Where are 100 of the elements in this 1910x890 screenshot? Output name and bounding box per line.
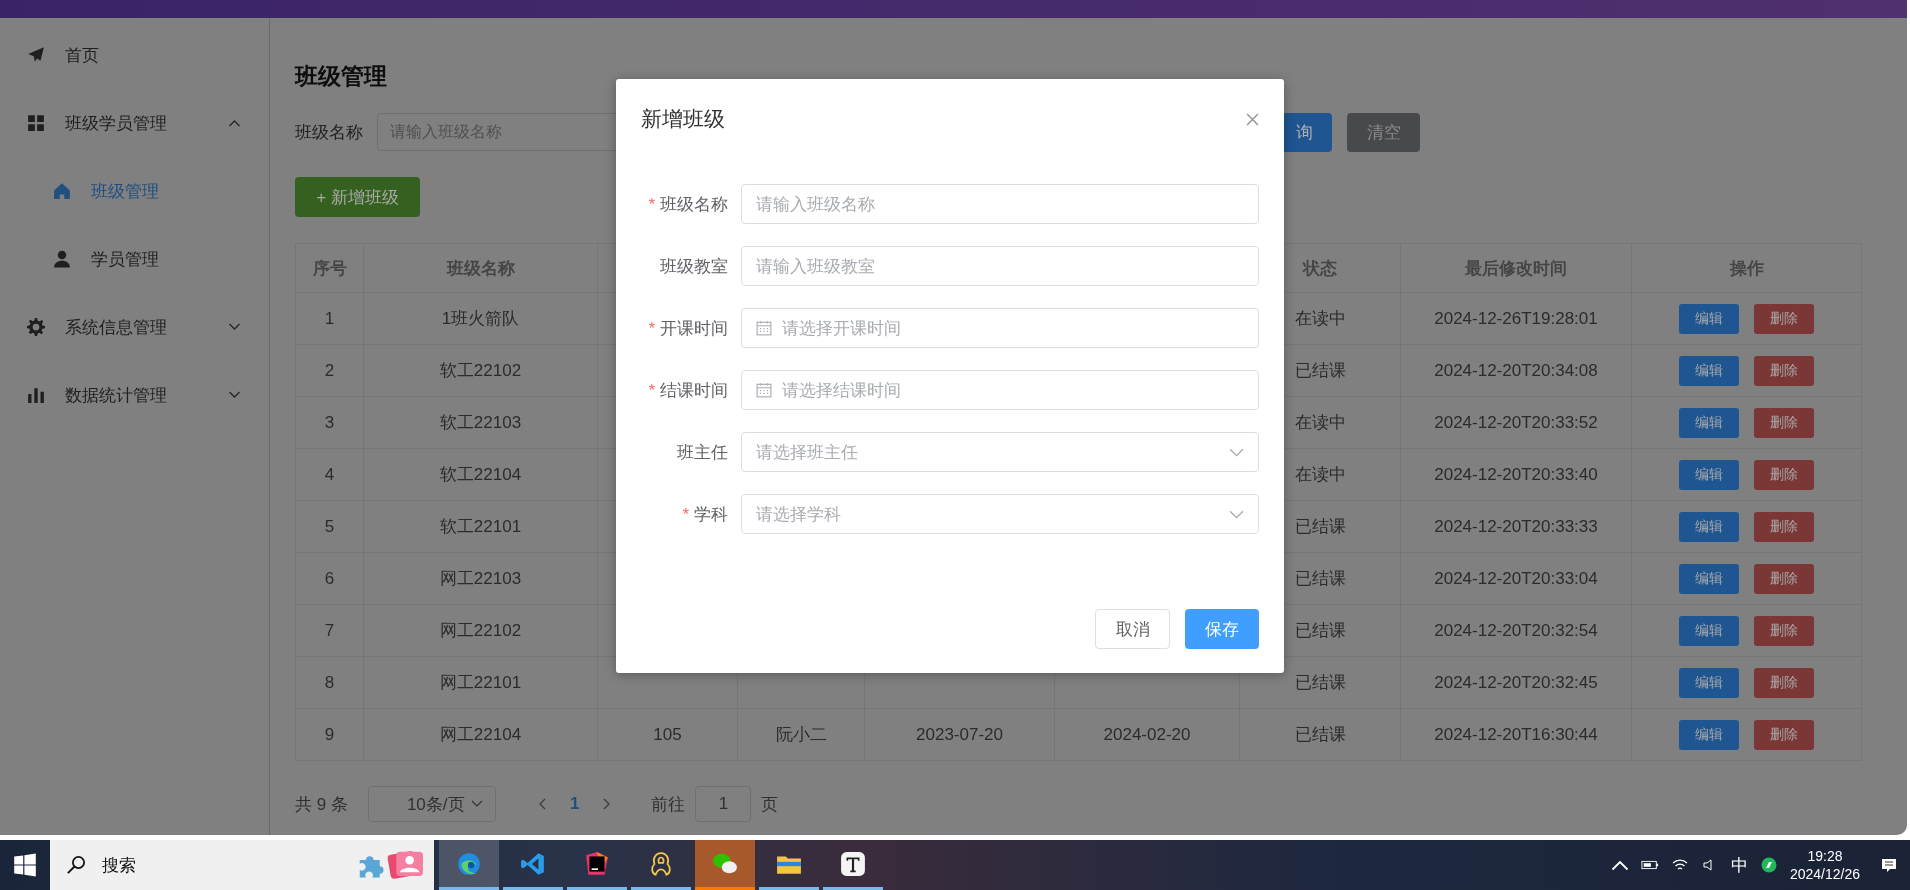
table-cell: 5 xyxy=(324,516,335,536)
field-label: 班主任 xyxy=(677,442,728,462)
page-number[interactable]: 1 xyxy=(559,794,590,814)
menu-item[interactable]: 数据统计管理 xyxy=(0,361,269,429)
clock[interactable]: 19:28 2024/12/26 xyxy=(1789,847,1860,883)
table-cell: 已结课 xyxy=(1294,517,1346,536)
column-header: 状态 xyxy=(1303,258,1337,278)
table-cell: 1班火箭队 xyxy=(441,309,520,328)
edit-button[interactable]: 编辑 xyxy=(1679,667,1739,698)
time: 19:28 xyxy=(1807,847,1843,865)
calendar-icon xyxy=(756,320,772,336)
menu-item[interactable]: 系统信息管理 xyxy=(0,293,269,361)
delete-button[interactable]: 删除 xyxy=(1754,615,1814,646)
column-header: 序号 xyxy=(312,258,347,278)
select-field[interactable]: 请选择学科 xyxy=(741,494,1259,534)
date: 2024/12/26 xyxy=(1789,865,1860,883)
required-mark: * xyxy=(648,318,655,338)
table-cell: 网工22104 xyxy=(439,725,522,744)
delete-button[interactable]: 删除 xyxy=(1754,667,1814,698)
edit-button[interactable]: 编辑 xyxy=(1679,303,1739,334)
date-field[interactable]: 请选择开课时间 xyxy=(741,308,1259,348)
column-header: 操作 xyxy=(1729,258,1764,278)
edit-button[interactable]: 编辑 xyxy=(1679,355,1739,386)
menu-label: 系统信息管理 xyxy=(65,316,168,339)
close-icon[interactable] xyxy=(1246,112,1259,126)
table-cell: 2024-12-20T20:33:04 xyxy=(1434,568,1598,588)
goto-label: 前往 xyxy=(651,793,686,816)
delete-button[interactable]: 删除 xyxy=(1754,719,1814,750)
table-cell: 阮小二 xyxy=(775,725,827,744)
taskbar-search-field[interactable]: 搜索 xyxy=(50,840,434,890)
table-cell: 网工22101 xyxy=(439,673,522,692)
required-mark: * xyxy=(648,380,655,400)
bar-chart-icon xyxy=(27,386,45,404)
table-cell: 2024-02-20 xyxy=(1103,724,1191,744)
page-input[interactable]: 1 xyxy=(695,786,752,822)
menu-item[interactable]: 班级学员管理 xyxy=(0,89,269,157)
edit-button[interactable]: 编辑 xyxy=(1679,459,1739,490)
edit-button[interactable]: 编辑 xyxy=(1679,563,1739,594)
edit-button[interactable]: 编辑 xyxy=(1679,719,1739,750)
page-size-select[interactable]: 10条/页 xyxy=(367,786,496,822)
table-cell: 2024-12-20T16:30:44 xyxy=(1434,724,1598,744)
table-cell: 2024-12-20T20:33:33 xyxy=(1434,516,1598,536)
page-title: 班级管理 xyxy=(295,62,388,90)
grid-icon xyxy=(27,114,45,132)
table-cell: 软工22101 xyxy=(439,517,522,536)
delete-button[interactable]: 删除 xyxy=(1754,511,1814,542)
select-field[interactable]: 请选择班主任 xyxy=(741,432,1259,472)
table-cell: 网工22102 xyxy=(439,621,522,640)
notification-icon[interactable] xyxy=(1880,857,1898,873)
next-page-icon[interactable] xyxy=(602,798,611,810)
menu-label: 班级学员管理 xyxy=(65,112,168,135)
menu-item[interactable]: 学员管理 xyxy=(0,225,269,293)
goto-suffix: 页 xyxy=(761,793,779,816)
edit-button[interactable]: 编辑 xyxy=(1679,511,1739,542)
menu-label: 首页 xyxy=(65,44,100,67)
table-cell: 软工22104 xyxy=(439,465,522,484)
paper-plane-icon xyxy=(27,46,45,64)
edit-button[interactable]: 编辑 xyxy=(1679,407,1739,438)
chevron-icon xyxy=(228,323,241,331)
required-mark: * xyxy=(682,504,689,524)
table-cell: 6 xyxy=(324,568,335,588)
menu-item[interactable]: 班级管理 xyxy=(0,157,269,225)
edit-button[interactable]: 编辑 xyxy=(1679,615,1739,646)
table-cell: 3 xyxy=(324,412,335,432)
delete-button[interactable]: 删除 xyxy=(1754,459,1814,490)
home-icon xyxy=(53,182,71,200)
delete-button[interactable]: 删除 xyxy=(1754,563,1814,594)
input-field[interactable]: 请输入班级教室 xyxy=(741,246,1259,286)
ide-icon xyxy=(584,850,610,877)
table-cell: 2024-12-20T20:34:08 xyxy=(1434,360,1598,380)
app-status-icon[interactable] xyxy=(1759,857,1778,873)
letter-tile-icon xyxy=(840,850,866,877)
delete-button[interactable]: 删除 xyxy=(1754,303,1814,334)
delete-button[interactable]: 删除 xyxy=(1754,355,1814,386)
gear-icon xyxy=(27,318,45,336)
column-header: 班级名称 xyxy=(446,258,515,278)
windows-start-icon[interactable] xyxy=(13,853,37,877)
table-cell: 在读中 xyxy=(1294,309,1346,328)
delete-button[interactable]: 删除 xyxy=(1754,407,1814,438)
add-button[interactable]: + 新增班级 xyxy=(295,177,420,217)
table-cell: 4 xyxy=(324,464,335,484)
table-cell: 2023-07-20 xyxy=(916,724,1003,744)
menu-item[interactable]: 首页 xyxy=(0,21,269,89)
previous-page-icon[interactable] xyxy=(538,798,547,810)
table-cell: 网工22103 xyxy=(439,569,522,588)
table-cell: 9 xyxy=(324,724,335,744)
input-field[interactable]: 请输入班级名称 xyxy=(741,184,1259,224)
date-field[interactable]: 请选择结课时间 xyxy=(741,370,1259,410)
cancel-button[interactable]: 取消 xyxy=(1095,609,1170,649)
search-label: 班级名称 xyxy=(295,121,363,144)
menu-label: 班级管理 xyxy=(91,180,160,203)
table-cell: 在读中 xyxy=(1294,413,1346,432)
table-cell: 在读中 xyxy=(1294,465,1346,484)
user-icon xyxy=(53,250,71,268)
save-button[interactable]: 保存 xyxy=(1185,609,1259,649)
input-method-indicator[interactable]: 中 xyxy=(1730,853,1748,877)
search-button[interactable]: 清空 xyxy=(1347,112,1420,152)
field-label: 学科 xyxy=(694,504,728,524)
table-cell: 已结课 xyxy=(1294,621,1346,640)
table-cell: 8 xyxy=(324,672,335,692)
